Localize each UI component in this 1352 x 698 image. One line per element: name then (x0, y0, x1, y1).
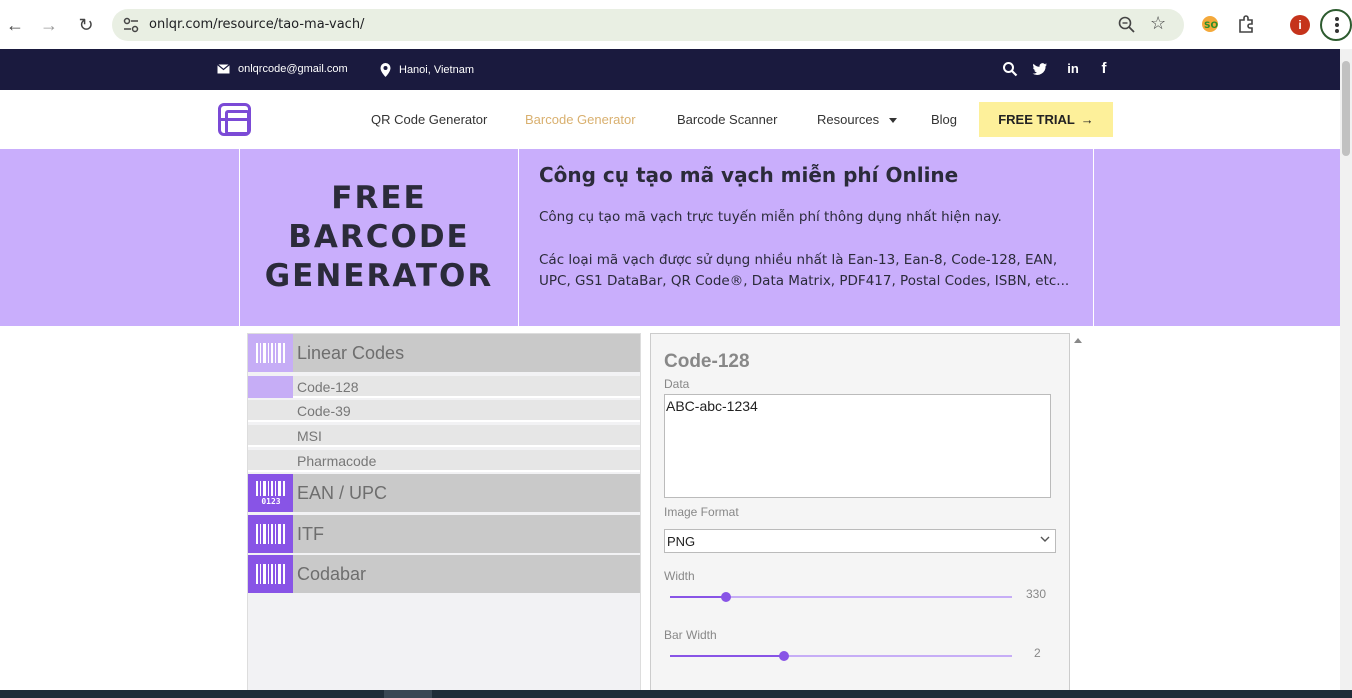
marker (248, 400, 293, 422)
svg-text:SO: SO (1204, 21, 1218, 31)
category-label: ITF (297, 524, 324, 544)
data-textarea[interactable]: ABC-abc-1234 (664, 394, 1051, 498)
marker (248, 450, 293, 472)
hero-title-line: FREE (331, 180, 427, 216)
panel-scrollbar[interactable] (1071, 333, 1085, 693)
extension-icon[interactable]: SO (1199, 13, 1221, 35)
contact-email[interactable]: onlqrcode@gmail.com (217, 63, 348, 75)
barcode-type-list: Linear Codes Code-128 Code-39 MSI Pharma… (247, 333, 641, 693)
ean-icon-text: 0123 (261, 497, 280, 506)
hero-title-box: FREE BARCODE GENERATOR (239, 149, 519, 326)
arrow-right-icon: → (1080, 112, 1094, 127)
hero-heading: Công cụ tạo mã vạch miễn phí Online (539, 163, 959, 187)
caret-down-icon (888, 118, 897, 124)
hero-big-title: FREE BARCODE GENERATOR (265, 179, 494, 296)
nav-barcode-generator[interactable]: Barcode Generator (525, 112, 636, 127)
slider-thumb[interactable] (778, 651, 789, 661)
search-icon[interactable] (1002, 61, 1018, 77)
scroll-up-icon[interactable] (1074, 338, 1082, 343)
subitem-label: MSI (297, 428, 322, 444)
barcode-icon (248, 555, 293, 593)
email-text[interactable]: onlqrcode@gmail.com (238, 63, 348, 75)
bar-width-slider[interactable] (670, 651, 1012, 661)
slider-fill (670, 655, 784, 657)
ean-barcode-icon: 0123 (248, 474, 293, 512)
nav-resources[interactable]: Resources (817, 112, 897, 127)
subitem-label: Code-39 (297, 403, 351, 419)
page-scrollbar[interactable] (1340, 49, 1352, 690)
map-pin-icon (380, 63, 391, 77)
chevron-down-icon (1040, 536, 1050, 542)
scrollbar-thumb[interactable] (1342, 61, 1350, 156)
contact-location: Hanoi, Vietnam (380, 63, 474, 77)
category-itf[interactable]: ITF (248, 515, 640, 553)
back-icon[interactable]: ← (3, 13, 27, 37)
width-label: Width (664, 569, 695, 583)
reload-icon[interactable]: ↻ (74, 13, 98, 37)
site-navbar: QR Code Generator Barcode Generator Barc… (0, 90, 1340, 149)
facebook-icon[interactable]: f (1096, 61, 1112, 77)
slider-thumb[interactable] (721, 592, 732, 602)
slider-fill (670, 596, 727, 598)
location-text: Hanoi, Vietnam (399, 64, 475, 76)
width-slider[interactable] (670, 592, 1012, 602)
forward-icon[interactable]: → (37, 13, 61, 37)
image-format-select[interactable]: PNG (664, 529, 1056, 553)
zoom-icon[interactable] (1117, 15, 1137, 35)
width-value: 330 (1026, 587, 1047, 601)
nav-barcode-scanner[interactable]: Barcode Scanner (677, 112, 777, 127)
nav-resources-label: Resources (817, 112, 880, 127)
site-logo[interactable] (218, 103, 251, 136)
site-info-icon[interactable] (122, 16, 140, 34)
subitem-label: Code-128 (297, 379, 359, 395)
category-ean-upc[interactable]: 0123 EAN / UPC (248, 474, 640, 512)
bar-width-label: Bar Width (664, 628, 717, 642)
address-bar[interactable]: onlqr.com/resource/tao-ma-vach/ ☆ (112, 9, 1184, 41)
image-format-value: PNG (667, 534, 696, 549)
browser-toolbar: ← → ↻ onlqr.com/resource/tao-ma-vach/ ☆ … (0, 0, 1352, 49)
twitter-icon[interactable] (1032, 61, 1048, 77)
active-marker (248, 376, 293, 398)
contact-bar: onlqrcode@gmail.com Hanoi, Vietnam in f (0, 49, 1340, 90)
puzzle-icon[interactable] (1236, 13, 1258, 35)
nav-qr-code-generator[interactable]: QR Code Generator (371, 112, 487, 127)
hero-paragraph: Các loại mã vạch được sử dụng nhiều nhất… (539, 252, 1070, 289)
nav-blog[interactable]: Blog (931, 112, 957, 127)
bookmark-star-icon[interactable]: ☆ (1150, 13, 1166, 34)
mail-icon (217, 64, 230, 74)
free-trial-label: FREE TRIAL (998, 112, 1075, 127)
data-label: Data (664, 377, 690, 391)
hero-title-line: BARCODE (288, 219, 470, 255)
subitem-code-39[interactable]: Code-39 (248, 400, 640, 422)
hero-paragraph: Công cụ tạo mã vạch trực tuyến miễn phí … (539, 209, 1002, 225)
linkedin-icon[interactable]: in (1065, 61, 1081, 77)
os-taskbar (0, 690, 1352, 698)
barcode-icon (248, 334, 293, 372)
category-label: EAN / UPC (297, 483, 388, 503)
free-trial-button[interactable]: FREE TRIAL → (979, 102, 1113, 137)
subitem-msi[interactable]: MSI (248, 425, 640, 447)
url-text[interactable]: onlqr.com/resource/tao-ma-vach/ (149, 17, 364, 32)
subitem-label: Pharmacode (297, 453, 377, 469)
image-format-label: Image Format (664, 505, 739, 519)
category-codabar[interactable]: Codabar (248, 555, 640, 593)
category-linear-codes[interactable]: Linear Codes (248, 334, 640, 372)
profile-avatar[interactable]: i (1290, 15, 1310, 35)
taskbar-item[interactable] (384, 690, 432, 698)
category-label: Codabar (297, 564, 367, 584)
hero-description-box: Công cụ tạo mã vạch miễn phí Online Công… (519, 149, 1094, 326)
subitem-code-128[interactable]: Code-128 (248, 376, 640, 398)
hero-banner: FREE BARCODE GENERATOR Công cụ tạo mã vạ… (0, 149, 1340, 326)
barcode-options-panel: Code-128 Data ABC-abc-1234 Image Format … (650, 333, 1070, 693)
hero-title-line: GENERATOR (264, 258, 494, 294)
marker (248, 425, 293, 447)
form-title: Code-128 (664, 351, 750, 372)
category-label: Linear Codes (297, 343, 405, 363)
barcode-icon (248, 515, 293, 553)
browser-menu-icon[interactable] (1320, 9, 1352, 41)
bar-width-value: 2 (1034, 646, 1041, 660)
subitem-pharmacode[interactable]: Pharmacode (248, 450, 640, 472)
